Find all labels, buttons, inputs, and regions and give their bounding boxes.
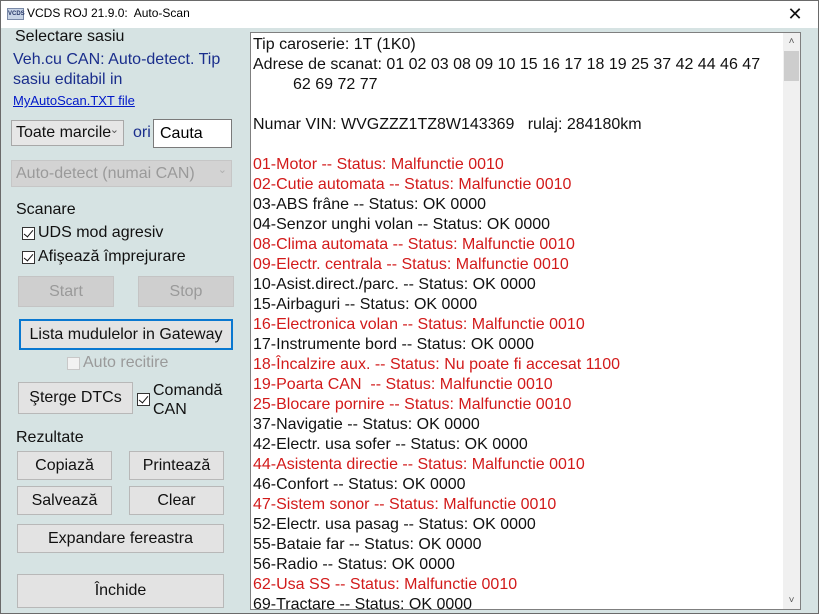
- expand-window-button[interactable]: Expandare fereastra: [17, 524, 224, 553]
- scan-info-line: [253, 135, 783, 155]
- auto-scan-window: VCDS VCDS ROJ 21.9.0: Auto-Scan ✕ Select…: [0, 0, 819, 614]
- can-command-label: Comandă CAN: [153, 381, 222, 419]
- gateway-modules-button[interactable]: Lista mudulelor in Gateway: [19, 319, 233, 350]
- window-title: VCDS ROJ 21.9.0: Auto-Scan: [27, 6, 190, 20]
- close-icon: ✕: [787, 4, 803, 24]
- chassis-type-value: Auto-detect (numai CAN): [16, 164, 195, 182]
- clear-button[interactable]: Clear: [129, 486, 224, 515]
- results-heading: Rezultate: [16, 429, 84, 446]
- print-button[interactable]: Printează: [129, 451, 224, 480]
- module-status-fault-line: 02-Cutie automata -- Status: Malfunctie …: [253, 176, 572, 193]
- checkbox-checked-icon: [137, 393, 150, 406]
- chevron-down-icon: ˅: [788, 595, 795, 606]
- scan-info-line: Tip caroserie: 1T (1K0): [253, 36, 416, 53]
- clear-dtcs-button[interactable]: Şterge DTCs: [18, 382, 133, 414]
- module-status-fault-line: 18-Încalzire aux. -- Status: Nu poate fi…: [253, 356, 621, 373]
- scroll-down-button[interactable]: ˅: [783, 592, 800, 609]
- save-button[interactable]: Salvează: [17, 486, 112, 515]
- module-status-fault-line: 01-Motor -- Status: Malfunctie 0010: [253, 156, 504, 173]
- module-status-fault-line: 16-Electronica volan -- Status: Malfunct…: [253, 316, 585, 333]
- close-window-button[interactable]: ✕: [772, 1, 818, 28]
- scan-info-line: Numar VIN: WVGZZZ1TZ8W143369 rulaj: 2841…: [253, 116, 642, 133]
- module-status-fault-line: 62-Usa SS -- Status: Malfunctie 0010: [253, 576, 518, 593]
- scroll-up-button[interactable]: ˄: [783, 33, 800, 50]
- scan-info-line: [253, 95, 783, 115]
- module-status-fault-line: 47-Sistem sonor -- Status: Malfunctie 00…: [253, 496, 557, 513]
- copy-button[interactable]: Copiază: [17, 451, 112, 480]
- make-select-value: Toate marcile: [16, 124, 112, 141]
- module-status-ok-line: 17-Instrumente bord -- Status: OK 0000: [253, 336, 535, 353]
- scan-info-line: 62 69 72 77: [253, 76, 378, 93]
- start-button[interactable]: Start: [18, 276, 114, 307]
- can-command-label-line1: Comandă: [153, 382, 223, 399]
- module-status-fault-line: 19-Poarta CAN -- Status: Malfunctie 0010: [253, 376, 553, 393]
- show-surroundings-label: Afişează împrejurare: [38, 248, 186, 265]
- module-status-ok-line: 56-Radio -- Status: OK 0000: [253, 556, 455, 573]
- title-bar: VCDS VCDS ROJ 21.9.0: Auto-Scan ✕: [1, 1, 818, 28]
- or-label: ori: [133, 124, 151, 141]
- make-select[interactable]: Toate marcile ⌄: [11, 120, 124, 146]
- auto-reread-checkbox[interactable]: Auto recitire: [67, 354, 168, 372]
- vertical-scrollbar[interactable]: ˄ ˅: [783, 33, 800, 609]
- show-surroundings-checkbox[interactable]: Afişează împrejurare: [22, 248, 186, 266]
- checkbox-checked-icon: [22, 250, 35, 264]
- can-command-label-line2: CAN: [153, 401, 187, 418]
- module-status-ok-line: 03-ABS frâne -- Status: OK 0000: [253, 196, 487, 213]
- myautoscan-file-link[interactable]: MyAutoScan.TXT file: [13, 93, 135, 108]
- module-status-fault-line: 09-Electr. centrala -- Status: Malfuncti…: [253, 256, 569, 273]
- auto-reread-label: Auto recitire: [83, 354, 169, 371]
- scan-heading: Scanare: [16, 201, 76, 218]
- chassis-info-line1: Veh.cu CAN: Auto-detect. Tip: [13, 51, 221, 68]
- scan-results-output[interactable]: Tip caroserie: 1T (1K0) Adrese de scanat:…: [250, 32, 801, 610]
- chevron-down-icon: ⌄: [109, 124, 119, 136]
- can-command-checkbox[interactable]: Comandă CAN: [137, 381, 222, 419]
- scan-results-lines: Tip caroserie: 1T (1K0) Adrese de scanat:…: [253, 35, 783, 610]
- scrollbar-thumb[interactable]: [784, 51, 799, 81]
- scan-info-line: Adrese de scanat: 01 02 03 08 09 10 15 1…: [253, 56, 761, 73]
- search-input-value: Cauta: [160, 124, 203, 142]
- module-status-ok-line: 52-Electr. usa pasag -- Status: OK 0000: [253, 516, 536, 533]
- module-status-ok-line: 69-Tractare -- Status: OK 0000: [253, 596, 473, 610]
- checkbox-checked-icon: [22, 226, 35, 240]
- module-status-fault-line: 08-Clima automata -- Status: Malfunctie …: [253, 236, 575, 253]
- search-input[interactable]: Cauta: [153, 119, 232, 148]
- module-status-ok-line: 15-Airbaguri -- Status: OK 0000: [253, 296, 478, 313]
- uds-aggressive-checkbox[interactable]: UDS mod agresiv: [22, 224, 163, 242]
- module-status-fault-line: 44-Asistenta directie -- Status: Malfunc…: [253, 456, 585, 473]
- stop-button[interactable]: Stop: [138, 276, 234, 307]
- vcds-app-icon: VCDS: [7, 8, 25, 20]
- chassis-info-line2: sasiu editabil in: [13, 71, 123, 88]
- checkbox-unchecked-icon: [67, 356, 80, 370]
- module-status-ok-line: 37-Navigatie -- Status: OK 0000: [253, 416, 480, 433]
- chassis-heading: Selectare sasiu: [15, 28, 125, 45]
- close-button[interactable]: Închide: [17, 574, 224, 608]
- module-status-ok-line: 04-Senzor unghi volan -- Status: OK 0000: [253, 216, 551, 233]
- module-status-ok-line: 10-Asist.direct./parc. -- Status: OK 000…: [253, 276, 536, 293]
- chevron-up-icon: ˄: [788, 36, 795, 47]
- module-status-fault-line: 25-Blocare pornire -- Status: Malfunctie…: [253, 396, 572, 413]
- uds-aggressive-label: UDS mod agresiv: [38, 224, 164, 241]
- module-status-ok-line: 42-Electr. usa sofer -- Status: OK 0000: [253, 436, 528, 453]
- chevron-down-icon: ⌄: [217, 164, 227, 176]
- module-status-ok-line: 55-Bataie far -- Status: OK 0000: [253, 536, 482, 553]
- module-status-ok-line: 46-Confort -- Status: OK 0000: [253, 476, 466, 493]
- chassis-type-select[interactable]: Auto-detect (numai CAN) ⌄: [11, 160, 232, 187]
